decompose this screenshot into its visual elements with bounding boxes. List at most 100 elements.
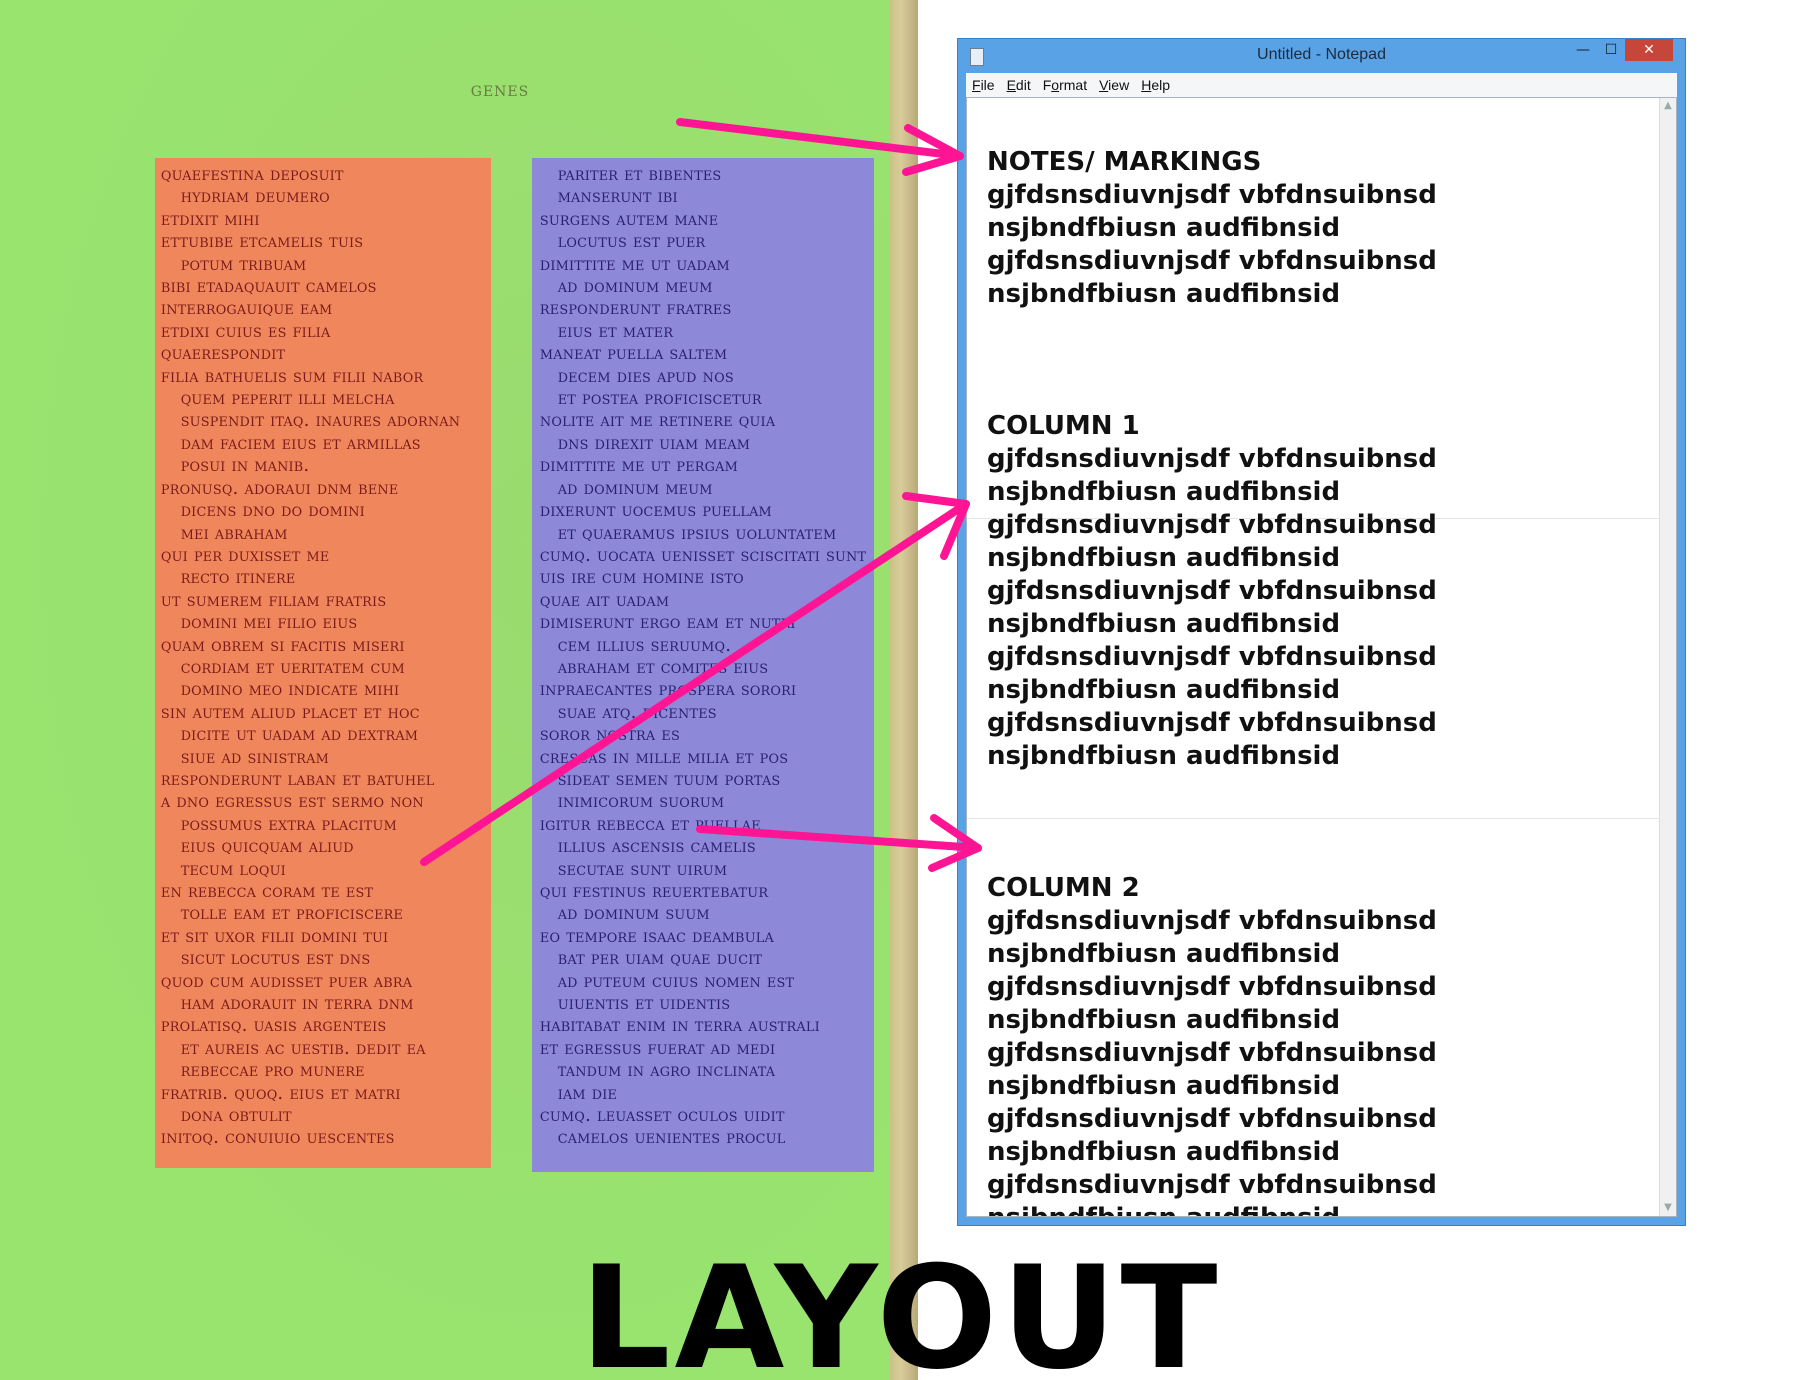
text-editor[interactable]: NOTES/ MARKINGS gjfdsnsdiuvnjsdf vbfdnsui… <box>966 97 1677 1217</box>
column-1-line: rebeccae pro munere <box>180 1060 365 1082</box>
text-line: gjfdsnsdiuvnjsdf vbfdnsuibnsd <box>987 1170 1437 1200</box>
column-2-line: uiuentis et uidentis <box>557 993 731 1015</box>
scroll-up-arrow-icon[interactable]: ▲ <box>1660 98 1676 114</box>
column-2-line: uis ire cum homine isto <box>539 567 744 589</box>
column-1-line: siue ad sinistram <box>180 746 329 768</box>
column-1-line: dicite ut uadam ad dextram <box>180 724 419 746</box>
manuscript-page: GENES quaefestina deposuit hydriam deumer… <box>0 0 918 1380</box>
column-2-line: camelos uenientes procul <box>557 1127 786 1149</box>
column-2-line: crescas in mille milia et pos <box>539 746 789 768</box>
minimize-button[interactable]: — <box>1569 39 1597 61</box>
section-heading: COLUMN 1 <box>987 411 1140 441</box>
column-1-line: a dno egressus est sermo non <box>160 791 424 813</box>
column-1-line: domino meo indicate mihi <box>180 679 400 701</box>
column-2-line: nolite ait me retinere quia <box>539 410 776 432</box>
text-line: nsjbndfbiusn audfibnsid <box>987 477 1341 507</box>
column-2-line: ad dominum suum <box>557 903 710 925</box>
text-line: gjfdsnsdiuvnjsdf vbfdnsuibnsd <box>987 180 1437 210</box>
column-1-line: suspendit itaq. inaures adornan <box>180 410 461 432</box>
text-line: gjfdsnsdiuvnjsdf vbfdnsuibnsd <box>987 1038 1437 1068</box>
column-2-line: ad puteum cuius nomen est <box>557 970 795 992</box>
title-bar[interactable]: Untitled - Notepad — ☐ ✕ <box>958 39 1685 73</box>
column-1-region: quaefestina deposuit hydriam deumero etdix… <box>155 158 491 1168</box>
column-2-line: suae atq. dicentes <box>557 701 717 723</box>
column-2-line: surgens autem mane <box>539 208 719 230</box>
column-2-line: abraham et comites eius <box>557 656 769 678</box>
text-line: gjfdsnsdiuvnjsdf vbfdnsuibnsd <box>987 642 1437 672</box>
column-1-line: dicens dno do domini <box>180 500 365 522</box>
maximize-button[interactable]: ☐ <box>1597 39 1625 61</box>
section-heading: COLUMN 2 <box>987 873 1140 903</box>
column-2-line: illius ascensis camelis <box>557 836 756 858</box>
notepad-window: Untitled - Notepad — ☐ ✕ File Edit Format V… <box>957 38 1686 1226</box>
column-1-line: potum tribuam <box>180 253 307 275</box>
column-1-line: qui per duxisset me <box>160 544 330 566</box>
text-line: gjfdsnsdiuvnjsdf vbfdnsuibnsd <box>987 708 1437 738</box>
scroll-down-arrow-icon[interactable]: ▼ <box>1660 1200 1676 1216</box>
text-line: gjfdsnsdiuvnjsdf vbfdnsuibnsd <box>987 246 1437 276</box>
column-1-line: fratrib. quoq. eius et matri <box>160 1082 401 1104</box>
vertical-scrollbar[interactable]: ▲ ▼ <box>1659 98 1676 1216</box>
column-1-line: filia bathuelis sum filii nabor <box>160 365 424 387</box>
column-2-line: bat per uiam quae ducit <box>557 948 763 970</box>
editor-content[interactable]: NOTES/ MARKINGS gjfdsnsdiuvnjsdf vbfdnsui… <box>987 146 1627 1216</box>
column-1-line: ham adorauit in terra dnm <box>180 993 414 1015</box>
column-2-line: dimiserunt ergo eam et nutri <box>539 612 796 634</box>
column-1-line: dam faciem eius et armillas <box>180 432 421 454</box>
column-2-region: pariter et bibentes manserunt ibi surgens … <box>532 158 874 1172</box>
column-2-line: dimittite me ut uadam <box>539 253 730 275</box>
column-1-line: et aureis ac uestib. dedit ea <box>180 1037 426 1059</box>
column-1-line: cordiam et ueritatem cum <box>180 656 405 678</box>
text-line: nsjbndfbiusn audfibnsid <box>987 213 1341 243</box>
column-1-line: tolle eam et proficiscere <box>180 903 404 925</box>
text-line: gjfdsnsdiuvnjsdf vbfdnsuibnsd <box>987 906 1437 936</box>
menu-item[interactable]: Help <box>1135 73 1176 97</box>
column-2-line: eo tempore isaac deambula <box>539 925 774 947</box>
running-head: GENES <box>470 84 530 100</box>
column-2-line: decem dies apud nos <box>557 365 734 387</box>
page-edge <box>890 0 918 1380</box>
layout-caption: LAYOUT <box>580 1258 1222 1380</box>
column-1-line: possumus extra placitum <box>180 813 397 835</box>
column-2-line: inpraecantes prospera sorori <box>539 679 797 701</box>
column-2-line: eius et mater <box>557 320 674 342</box>
column-2-line: dixerunt uocemus puellam <box>539 500 772 522</box>
column-1-line: etdixi cuius es filia <box>160 320 331 342</box>
text-line: nsjbndfbiusn audfibnsid <box>987 1137 1341 1167</box>
text-line: nsjbndfbiusn audfibnsid <box>987 279 1341 309</box>
column-2-line: maneat puella saltem <box>539 343 728 365</box>
column-1-line: domini mei filio eius <box>180 612 358 634</box>
column-2-line: manserunt ibi <box>557 186 678 208</box>
column-1-line: sicut locutus est dns <box>180 948 371 970</box>
close-button[interactable]: ✕ <box>1625 39 1673 61</box>
column-1-line: dona obtulit <box>180 1105 292 1127</box>
column-2-line: cumq. uocata uenisset sciscitati sunt <box>539 544 867 566</box>
column-1-line: en rebecca coram te est <box>160 881 374 902</box>
text-line: nsjbndfbiusn audfibnsid <box>987 1202 1627 1216</box>
menu-item[interactable]: Edit <box>1001 73 1037 97</box>
column-1-line: bibi etadaquauit camelos <box>160 276 377 298</box>
column-2-line: quae ait uadam <box>539 589 670 611</box>
menu-item[interactable]: Format <box>1037 73 1093 97</box>
column-2-line: dimittite me ut pergam <box>539 455 738 477</box>
text-line: nsjbndfbiusn audfibnsid <box>987 609 1341 639</box>
text-line: nsjbndfbiusn audfibnsid <box>987 543 1341 573</box>
column-2-line: dns direxit uiam meam <box>557 432 751 454</box>
column-2-line: ad dominum meum <box>557 477 713 499</box>
column-2-line: tandum in agro inclinata <box>557 1060 776 1082</box>
text-line: nsjbndfbiusn audfibnsid <box>987 939 1341 969</box>
column-1-line: tecum loqui <box>180 858 286 880</box>
column-1-line: eius quicquam aliud <box>180 836 354 858</box>
column-2-line: et egressus fuerat ad medi <box>539 1037 776 1059</box>
column-1-line: pronusq. adoraui dnm bene <box>160 477 399 499</box>
column-2-line: secutae sunt uirum <box>557 858 728 880</box>
column-1-line: et sit uxor filii domini tui <box>160 925 389 947</box>
text-line: nsjbndfbiusn audfibnsid <box>987 1071 1341 1101</box>
text-line: nsjbndfbiusn audfibnsid <box>987 1005 1341 1035</box>
column-2-line: cem illius seruumq. <box>557 634 732 656</box>
menu-item[interactable]: View <box>1093 73 1135 97</box>
column-2-line: iam die <box>557 1082 618 1104</box>
menu-item[interactable]: File <box>966 73 1001 97</box>
